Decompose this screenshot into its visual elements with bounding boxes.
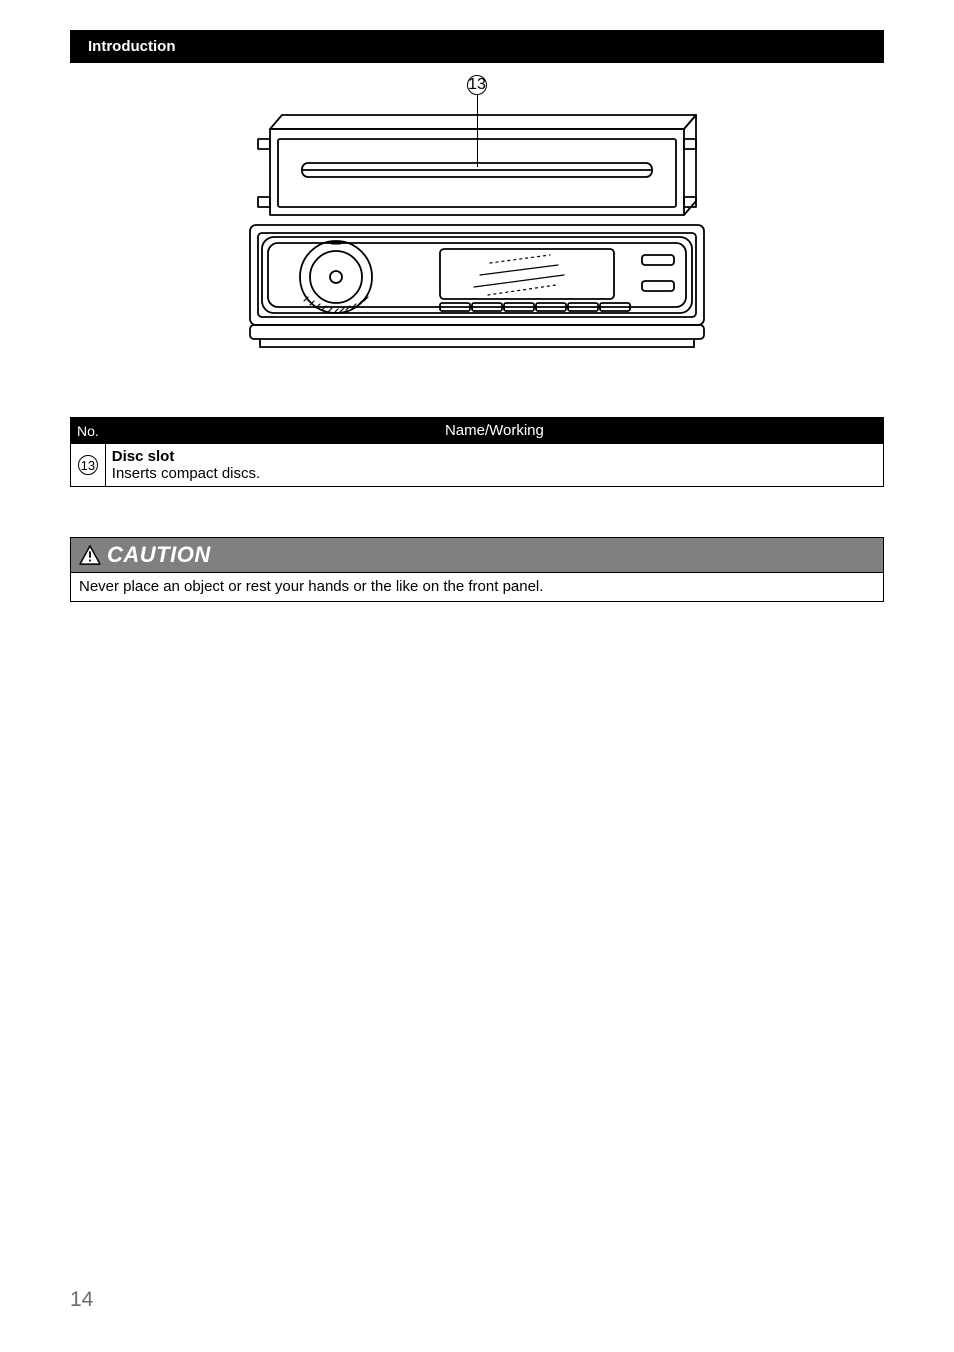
caution-header: CAUTION [71, 538, 883, 573]
cd-player-illustration [244, 105, 710, 375]
table-row: 13 Disc slot Inserts compact discs. [71, 444, 884, 487]
warning-icon [79, 545, 101, 565]
part-name: Disc slot [112, 448, 877, 465]
col-header-name-working: Name/Working [105, 418, 883, 444]
caution-title: CAUTION [107, 542, 211, 568]
caution-box: CAUTION Never place an object or rest yo… [70, 537, 884, 602]
page-number: 14 [70, 1288, 93, 1312]
device-diagram: 13 [70, 75, 884, 375]
parts-table: No. Name/Working 13 Disc slot Inserts co… [70, 417, 884, 487]
section-title: Introduction [88, 38, 866, 55]
col-header-no: No. [71, 418, 106, 444]
callout-number-13: 13 [467, 75, 487, 95]
caution-text: Never place an object or rest your hands… [71, 573, 883, 601]
row-number-13: 13 [78, 455, 98, 475]
section-header: Introduction [70, 30, 884, 63]
part-description: Inserts compact discs. [112, 465, 877, 482]
